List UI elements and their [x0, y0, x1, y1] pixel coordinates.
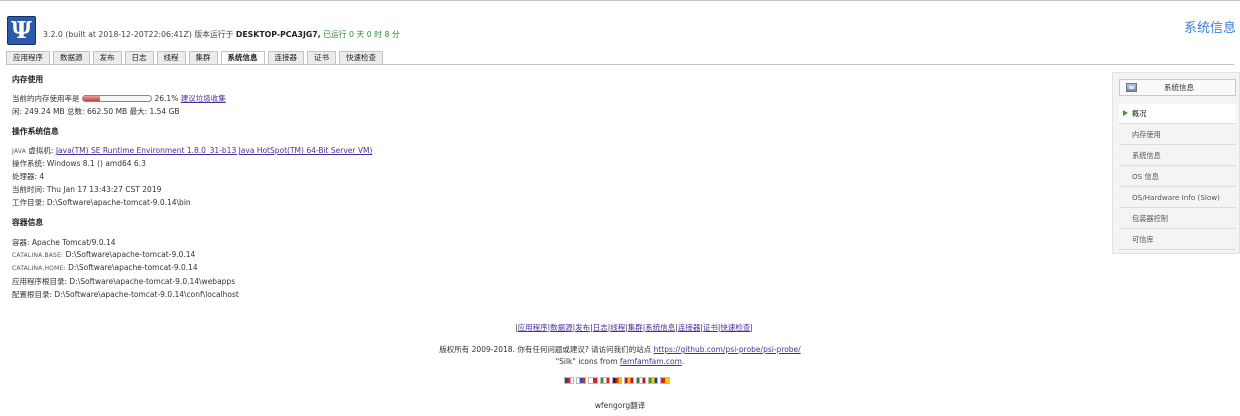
memory-usage-label: 当前的内存使用率是	[12, 94, 80, 103]
copyright: 版权所有 2009-2018. 你有任何问题或建议? 请访问我们的站点 http…	[0, 344, 1240, 355]
tab-certificates[interactable]: 证书	[307, 51, 336, 64]
footer-link-applications[interactable]: 应用程序	[518, 323, 548, 332]
tab-applications[interactable]: 应用程序	[6, 51, 50, 64]
catalina-home-row: CATALINA.HOME: D:\Software\apache-tomcat…	[12, 263, 198, 272]
version-text: 3.2.0 (built at 2018-12-20T22:06:41Z) 版本…	[43, 30, 234, 39]
psi-probe-logo[interactable]: Ψ	[7, 16, 36, 45]
tab-logs[interactable]: 日志	[124, 51, 154, 64]
sidebar-header-label: 系统信息	[1164, 83, 1194, 92]
tab-quick-check[interactable]: 快速检查	[339, 51, 383, 64]
tab-datasources[interactable]: 数据源	[53, 51, 90, 64]
japan-flag-icon[interactable]	[588, 377, 598, 384]
version-info: 3.2.0 (built at 2018-12-20T22:06:41Z) 版本…	[43, 29, 400, 40]
approot-line: 应用程序根目录: D:\Software\apache-tomcat-9.0.1…	[12, 277, 236, 286]
cpu-line: 处理器: 4	[12, 172, 45, 181]
tab-system-info[interactable]: 系统信息	[220, 51, 265, 65]
memory-section-title: 内存使用	[12, 75, 44, 84]
sidebar-item-trusted-libs[interactable]: 可信库	[1119, 230, 1236, 250]
sidebar: 系统信息 概况 内存使用 系统信息 OS 信息 OS/Hardware Info…	[1112, 72, 1240, 254]
tab-threads[interactable]: 线程	[156, 51, 186, 64]
footer-link-threads[interactable]: 线程	[610, 323, 625, 332]
jvm-label-sc: JAVA	[12, 148, 27, 155]
memory-usage-percent: 26.1%	[154, 94, 179, 103]
page-title: 系统信息	[1183, 21, 1236, 36]
container-line: 容器: Apache Tomcat/9.0.14	[12, 238, 116, 247]
sidebar-item-label: 概况	[1132, 109, 1147, 118]
russia-flag-icon[interactable]	[576, 377, 586, 384]
footer-link-cluster[interactable]: 集群	[628, 323, 643, 332]
sidebar-item-system-info[interactable]: 系统信息	[1119, 146, 1236, 166]
jvm-row: JAVA 虚拟机: Java(TM) SE Runtime Environmen…	[12, 145, 372, 156]
memory-usage-bar	[81, 95, 152, 102]
footer-nav: |应用程序|数据源|发布|日志|线程|集群|系统信息|连接器|证书|快速检查|	[515, 323, 753, 332]
catalina-base-row: CATALINA.BASE: D:\Software\apache-tomcat…	[12, 250, 195, 259]
jvm-link[interactable]: Java(TM) SE Runtime Environment 1.8.0_31…	[56, 146, 373, 155]
sidebar-item-wrapper-control[interactable]: 包装器控制	[1119, 209, 1236, 229]
configroot-line: 配置根目录: D:\Software\apache-tomcat-9.0.14\…	[12, 290, 239, 299]
catalina-home-label: CATALINA.HOME:	[12, 265, 66, 272]
sidebar-header[interactable]: 系统信息	[1119, 79, 1236, 96]
container-section-title: 容器信息	[12, 218, 44, 227]
tab-deployment[interactable]: 发布	[92, 51, 122, 64]
silk-suffix: .	[681, 357, 685, 366]
china-flag-icon[interactable]	[660, 377, 670, 384]
os-section-title: 操作系统信息	[12, 127, 59, 136]
jvm-label: 虚拟机:	[28, 146, 54, 155]
computer-icon	[1126, 83, 1137, 92]
sidebar-item-overview[interactable]: 概况	[1119, 104, 1236, 124]
sidebar-item-memory[interactable]: 内存使用	[1119, 125, 1236, 145]
footer-link-datasources[interactable]: 数据源	[550, 323, 573, 332]
copyright-text: 版权所有 2009-2018. 你有任何问题或建议? 请访问我们的站点	[439, 345, 652, 354]
silk-credit: "Silk" icons from famfamfam.com.	[0, 357, 1240, 366]
brazil-flag-icon[interactable]	[648, 377, 658, 384]
footer-link-connectors[interactable]: 连接器	[678, 323, 701, 332]
footer-link-certificates[interactable]: 证书	[703, 323, 718, 332]
gc-link[interactable]: 建议垃圾收集	[181, 94, 226, 103]
footer-link-quick-check[interactable]: 快速检查	[720, 323, 750, 332]
memory-stats: 闲: 249.24 MB 总数: 662.50 MB 最大: 1.54 GB	[12, 107, 180, 116]
mexico-flag-icon[interactable]	[636, 377, 646, 384]
spain-flag-icon[interactable]	[624, 377, 634, 384]
os-line: 操作系统: Windows 8.1 () amd64 6.3	[12, 159, 146, 168]
project-site-link[interactable]: https://github.com/psi-probe/psi-probe/	[654, 345, 801, 354]
famfamfam-link[interactable]: famfamfam.com	[620, 357, 682, 366]
tab-connectors[interactable]: 连接器	[267, 51, 304, 64]
workdir-line: 工作目录: D:\Software\apache-tomcat-9.0.14\b…	[12, 198, 191, 207]
catalina-home-value: D:\Software\apache-tomcat-9.0.14	[68, 263, 198, 272]
italy-flag-icon[interactable]	[600, 377, 610, 384]
tab-divider	[6, 64, 1234, 65]
catalina-base-label: CATALINA.BASE:	[12, 252, 64, 259]
translator-credit: wfengorg翻译	[594, 401, 646, 410]
arrow-right-icon	[1123, 110, 1128, 116]
footer-link-logs[interactable]: 日志	[593, 323, 608, 332]
uptime-text: 已运行 0 天 0 时 8 分	[323, 30, 400, 39]
time-line: 当前时间: Thu Jan 17 13:43:27 CST 2019	[12, 185, 162, 194]
germany-flag-icon[interactable]	[612, 377, 622, 384]
footer-link-system-info[interactable]: 系统信息	[645, 323, 675, 332]
host-name: DESKTOP-PCA3JG7,	[235, 30, 321, 39]
sidebar-item-os-hardware[interactable]: OS/Hardware Info (Slow)	[1119, 188, 1236, 208]
memory-usage-row: 当前的内存使用率是 26.1% 建议垃圾收集	[12, 93, 226, 104]
main-tabs: 应用程序 数据源 发布 日志 线程 集群 系统信息 连接器 证书 快速检查	[6, 51, 383, 65]
memory-usage-fill	[82, 96, 101, 101]
top-border	[0, 0, 1240, 1]
catalina-base-value: D:\Software\apache-tomcat-9.0.14	[65, 250, 196, 259]
uk-flag-icon[interactable]	[564, 377, 574, 384]
footer-link-deployment[interactable]: 发布	[575, 323, 590, 332]
language-flags	[564, 377, 670, 384]
silk-text: "Silk" icons from	[555, 357, 618, 366]
tab-cluster[interactable]: 集群	[188, 51, 218, 64]
sidebar-item-os-info[interactable]: OS 信息	[1119, 167, 1236, 187]
